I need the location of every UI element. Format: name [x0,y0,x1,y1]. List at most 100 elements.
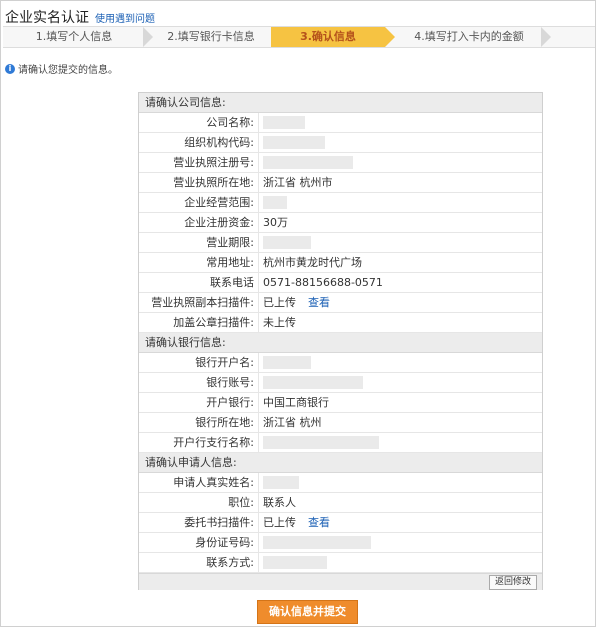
info-row: 公司名称: [139,113,542,133]
row-label: 企业注册资金: [139,213,259,232]
row-value [259,553,542,572]
redacted-value [263,535,371,549]
row-value [259,473,542,492]
confirm-submit-button[interactable]: 确认信息并提交 [257,600,358,624]
info-row: 职位: 联系人 [139,493,542,513]
step-3-active: 3.确认信息 [271,27,385,47]
row-label: 开户行支行名称: [139,433,259,452]
info-row: 联系方式: [139,553,542,573]
view-link[interactable]: 查看 [308,516,330,529]
row-value [259,233,542,252]
row-value-text: 已上传 [263,296,296,309]
row-label: 营业期限: [139,233,259,252]
step-1: 1.填写个人信息 [35,30,113,43]
section-bank-heading: 请确认银行信息: [139,333,542,353]
row-value: 浙江省 杭州市 [259,173,542,192]
row-value [259,193,542,212]
row-value-text: 未上传 [263,316,296,329]
row-value [259,133,542,152]
row-label: 银行账号: [139,373,259,392]
row-value: 已上传 查看 [259,513,542,532]
info-row: 开户行支行名称: [139,433,542,453]
section-company-heading: 请确认公司信息: [139,93,542,113]
redacted-value [263,355,311,369]
row-label: 营业执照注册号: [139,153,259,172]
row-value-text: 杭州市黄龙时代广场 [263,256,362,269]
step-separator-active [385,27,395,47]
row-value [259,153,542,172]
notice-text: 请确认您提交的信息。 [18,65,118,76]
info-row: 组织机构代码: [139,133,542,153]
row-label: 银行所在地: [139,413,259,432]
info-row: 银行账号: [139,373,542,393]
step-separator [143,27,153,47]
info-row: 加盖公章扫描件: 未上传 [139,313,542,333]
row-value-text: 0571-88156688-0571 [263,276,383,289]
step-indicator: 1.填写个人信息 2.填写银行卡信息 3.确认信息 4.填写打入卡内的金额 [3,26,595,48]
info-row: 开户银行: 中国工商银行 [139,393,542,413]
row-label: 公司名称: [139,113,259,132]
info-row: 银行所在地: 浙江省 杭州 [139,413,542,433]
row-value [259,533,542,552]
info-row: 联系电话 0571-88156688-0571 [139,273,542,293]
row-label: 组织机构代码: [139,133,259,152]
row-value: 30万 [259,213,542,232]
row-value: 中国工商银行 [259,393,542,412]
row-label: 常用地址: [139,253,259,272]
back-edit-button[interactable]: 返回修改 [488,575,537,590]
row-label: 联系电话 [139,273,259,292]
redacted-value [263,195,287,209]
info-row: 常用地址: 杭州市黄龙时代广场 [139,253,542,273]
help-link[interactable]: 使用遇到问题 [95,10,155,25]
row-value [259,113,542,132]
row-label: 银行开户名: [139,353,259,372]
row-value-text: 联系人 [263,496,296,509]
view-link[interactable]: 查看 [308,296,330,309]
row-value: 杭州市黄龙时代广场 [259,253,542,272]
row-value-text: 浙江省 杭州市 [263,176,333,189]
row-value: 0571-88156688-0571 [259,273,542,292]
info-icon: i [5,63,15,74]
row-label: 营业执照副本扫描件: [139,293,259,312]
row-label: 企业经营范围: [139,193,259,212]
row-label: 职位: [139,493,259,512]
info-row: 营业执照所在地: 浙江省 杭州市 [139,173,542,193]
panel-footer: 返回修改 [139,573,542,590]
redacted-value [263,135,325,149]
section-applicant-heading: 请确认申请人信息: [139,453,542,473]
redacted-value [263,235,311,249]
row-label: 营业执照所在地: [139,173,259,192]
row-value [259,373,542,392]
info-row: 营业期限: [139,233,542,253]
row-label: 开户银行: [139,393,259,412]
row-label: 申请人真实姓名: [139,473,259,492]
row-value: 未上传 [259,313,542,332]
redacted-value [263,475,299,489]
window-frame: 企业实名认证 使用遇到问题 1.填写个人信息 2.填写银行卡信息 3.确认信息 … [0,0,596,627]
step-2: 2.填写银行卡信息 [167,30,255,43]
info-row: 企业经营范围: [139,193,542,213]
row-value: 浙江省 杭州 [259,413,542,432]
row-value-text: 30万 [263,216,288,229]
info-row: 身份证号码: [139,533,542,553]
row-value-text: 浙江省 杭州 [263,416,322,429]
step-4: 4.填写打入卡内的金额 [414,30,524,43]
row-label: 联系方式: [139,553,259,572]
redacted-value [263,155,353,169]
info-row: 营业执照副本扫描件: 已上传 查看 [139,293,542,313]
row-value: 联系人 [259,493,542,512]
info-row: 银行开户名: [139,353,542,373]
row-value [259,353,542,372]
confirm-panel: 请确认公司信息: 公司名称: 组织机构代码: 营业执照注册号: 营业执照所在地: 浙江省… [138,92,543,590]
page-title: 企业实名认证 [5,10,89,26]
step-separator [541,27,551,47]
info-row: 申请人真实姓名: [139,473,542,493]
info-row: 委托书扫描件: 已上传 查看 [139,513,542,533]
redacted-value [263,555,327,569]
row-value: 已上传 查看 [259,293,542,312]
row-value-text: 中国工商银行 [263,396,329,409]
info-row: 企业注册资金: 30万 [139,213,542,233]
row-value-text: 已上传 [263,516,296,529]
row-label: 委托书扫描件: [139,513,259,532]
row-label: 加盖公章扫描件: [139,313,259,332]
